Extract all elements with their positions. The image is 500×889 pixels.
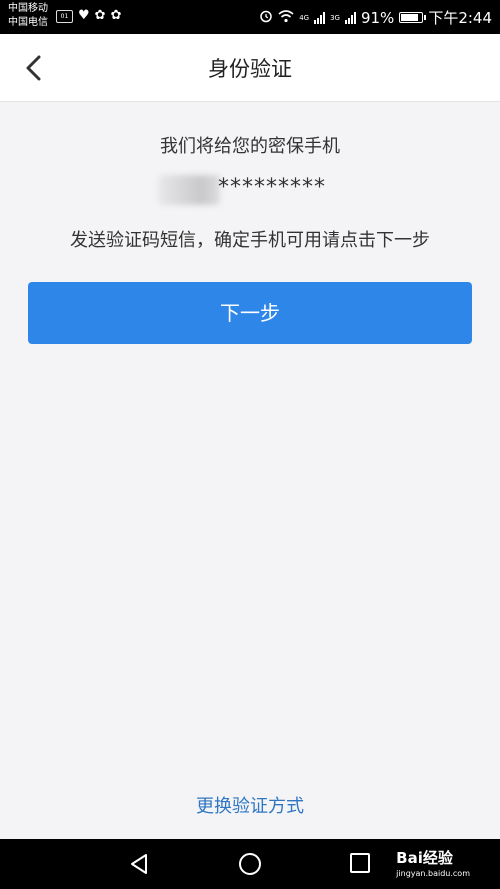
battery-percent: 91% (360, 8, 395, 27)
alarm-icon (259, 9, 273, 27)
wifi-icon (278, 9, 294, 27)
carrier-2: 中国电信 (8, 17, 48, 28)
phone-masked-digits: ********* (218, 175, 326, 200)
baidu-paw-icon-2: ✿ (110, 8, 122, 23)
clock: 下午2:44 (428, 9, 492, 27)
carrier-labels: 中国移动 中国电信 (8, 2, 48, 30)
network-label: 4G (299, 13, 310, 22)
watermark-url: jingyan.baidu.com (396, 869, 470, 878)
baidu-jingyan-watermark: Bai经验 jingyan.baidu.com (396, 847, 470, 878)
baidu-paw-icon: ✿ (94, 8, 106, 23)
signal-icon-1 (314, 11, 326, 24)
switch-verification-method-link[interactable]: 更换验证方式 (0, 794, 500, 820)
instruction-line-1: 我们将给您的密保手机 (160, 136, 340, 157)
status-icons-right: 4G 3G 91% 下午2:44 (259, 7, 492, 28)
status-bar: 中国移动 中国电信 01 ♥ ✿ ✿ 4G 3G 91% 下午2:44 (0, 0, 500, 34)
watermark-text: Bai经验 (396, 849, 453, 867)
circle-home-icon[interactable] (238, 852, 262, 880)
page-title: 身份验证 (208, 57, 292, 81)
system-nav-bar: Bai经验 jingyan.baidu.com (0, 839, 500, 889)
carrier-1: 中国移动 (8, 3, 48, 14)
sim-badge-icon: 01 (56, 9, 73, 23)
battery-fill (401, 14, 419, 21)
status-icons-left: 01 ♥ ✿ ✿ (56, 9, 121, 23)
square-recents-icon[interactable] (349, 852, 371, 878)
network-label-2: 3G (330, 13, 340, 22)
phone-prefix-blur (158, 175, 220, 205)
masked-phone: ********* (0, 173, 500, 205)
next-step-button[interactable]: 下一步 (28, 282, 472, 344)
instruction-line-2: 发送验证码短信，确定手机可用请点击下一步 (70, 230, 430, 251)
triangle-back-icon[interactable] (128, 852, 150, 880)
battery-icon (399, 12, 427, 23)
health-heart-icon: ♥ (78, 8, 90, 23)
header-bar: 身份验证 (0, 34, 500, 102)
signal-icon-2 (344, 11, 356, 24)
